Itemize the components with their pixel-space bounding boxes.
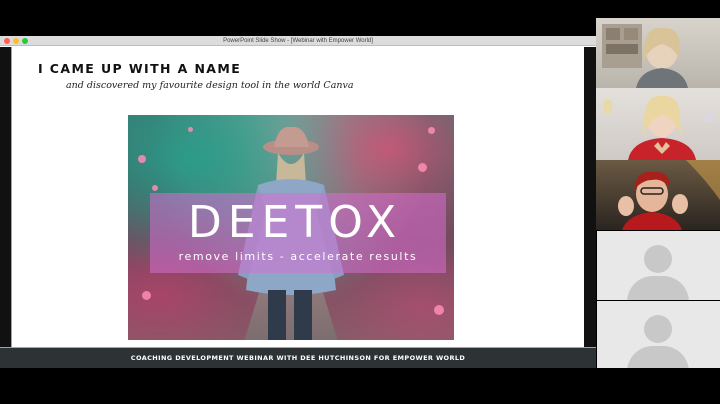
slide-footer: COACHING DEVELOPMENT WEBINAR WITH DEE HU… <box>0 347 596 368</box>
deetox-logo-text: DEETOX <box>187 197 403 248</box>
logo-tagline: remove limits - accelerate results <box>178 250 418 263</box>
avatar-placeholder-body <box>627 346 689 368</box>
slideshow-window: PowerPoint Slide Show - [Webinar with Em… <box>0 36 596 368</box>
avatar-placeholder-body <box>627 276 689 300</box>
slide-left-gold-edge <box>11 47 12 347</box>
participant-avatar-tile-4[interactable] <box>596 230 720 300</box>
avatar-placeholder-icon <box>644 245 672 273</box>
slide-heading: I CAME UP WITH A NAME <box>38 61 242 76</box>
slide-footer-text: COACHING DEVELOPMENT WEBINAR WITH DEE HU… <box>130 354 466 362</box>
slide-left-bar <box>0 47 12 347</box>
slide[interactable]: I CAME UP WITH A NAME and discovered my … <box>0 47 596 368</box>
participant-video-tile-2[interactable] <box>596 88 720 160</box>
participant-1-video <box>602 24 688 88</box>
participant-2-video <box>604 95 714 160</box>
participant-avatar-tile-5[interactable] <box>596 300 720 368</box>
participant-video-tile-1[interactable] <box>596 18 720 88</box>
participant-3-video <box>618 160 720 230</box>
slide-right-bar <box>584 47 596 347</box>
window-title: PowerPoint Slide Show - [Webinar with Em… <box>223 38 373 44</box>
avatar-placeholder-icon <box>644 315 672 343</box>
participant-video-tile-3[interactable] <box>596 160 720 230</box>
slide-subheading: and discovered my favourite design tool … <box>66 80 354 91</box>
slide-hero-image: DEETOX remove limits - accelerate result… <box>128 115 454 340</box>
window-titlebar: PowerPoint Slide Show - [Webinar with Em… <box>0 36 596 46</box>
